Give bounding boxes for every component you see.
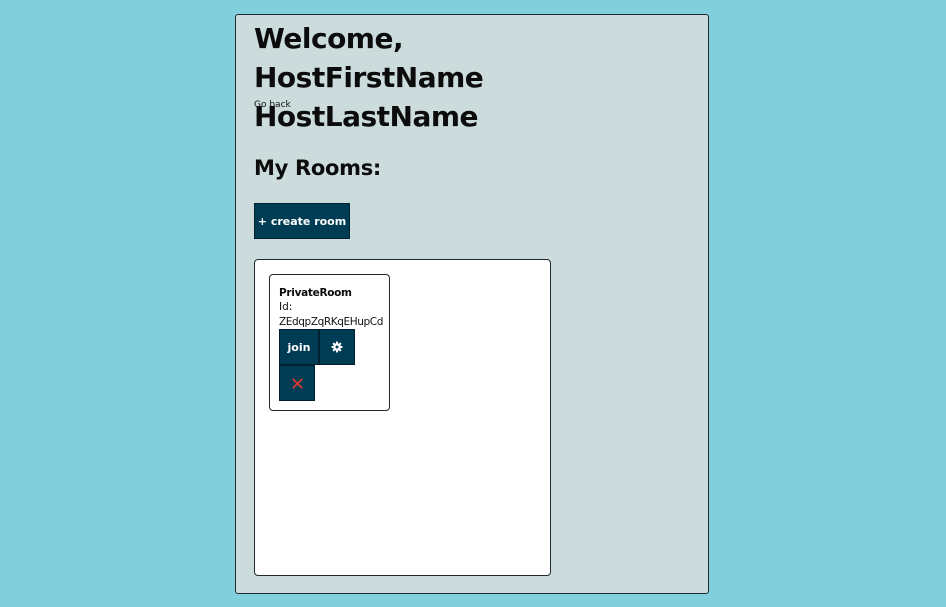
join-room-button[interactable]: join: [279, 329, 319, 365]
create-room-button[interactable]: + create room: [254, 203, 350, 239]
close-icon: [292, 378, 303, 389]
gear-icon: [331, 341, 343, 353]
room-settings-button[interactable]: [319, 329, 355, 365]
welcome-heading: Welcome, HostFirstName HostLastName: [254, 22, 484, 133]
room-name: PrivateRoom: [279, 287, 352, 299]
room-id-label: Id:: [279, 301, 293, 313]
room-card: PrivateRoom Id: ZEdqpZqRKqEHupCd join: [269, 274, 390, 411]
rooms-list: PrivateRoom Id: ZEdqpZqRKqEHupCd join: [254, 259, 551, 576]
room-id-value: ZEdqpZqRKqEHupCd: [279, 316, 383, 328]
my-rooms-heading: My Rooms:: [254, 156, 382, 180]
host-dashboard-panel: Welcome, HostFirstName HostLastName Go b…: [235, 14, 709, 594]
delete-room-button[interactable]: [279, 365, 315, 401]
go-back-link[interactable]: Go back: [254, 100, 291, 110]
